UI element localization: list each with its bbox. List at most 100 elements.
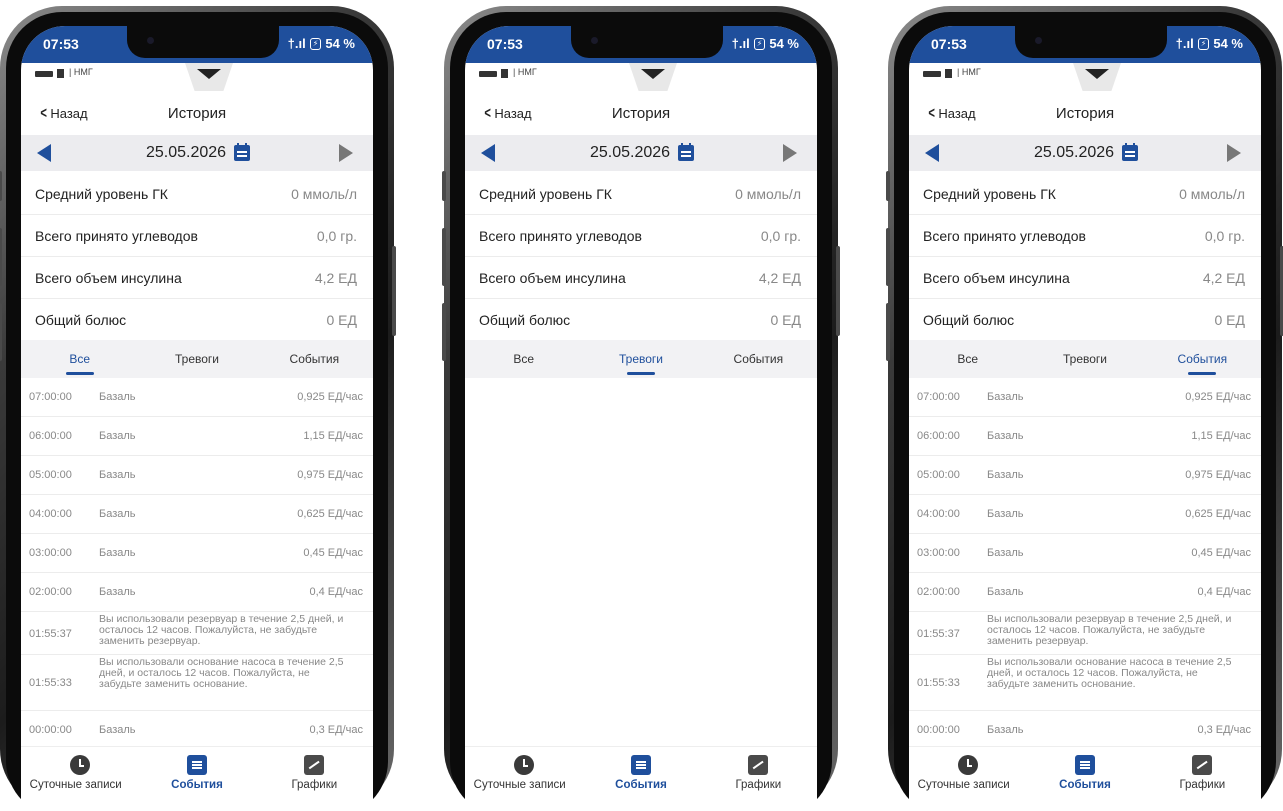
clock-icon <box>513 755 534 775</box>
tab-all[interactable]: Все <box>909 340 1026 378</box>
chart-icon <box>1192 755 1213 775</box>
signal-icon: †.ıl <box>731 36 750 51</box>
event-row[interactable]: 01:55:37 Вы использовали резервуар в тече… <box>21 612 373 655</box>
summary-label: Общий болюс <box>923 312 1015 328</box>
bottom-nav: Суточные записи События Графики <box>21 746 373 806</box>
event-time: 07:00:00 <box>29 391 72 403</box>
event-name: Базаль <box>987 547 1024 559</box>
volume-up-button <box>0 228 2 286</box>
nav-label: Суточные записи <box>473 779 566 791</box>
event-value: 0,975 ЕД/час <box>1185 469 1251 481</box>
summary-row: Всего объем инсулина 4,2 ЕД <box>909 257 1261 299</box>
summary-row: Всего принято углеводов 0,0 гр. <box>465 215 817 257</box>
date-value[interactable]: 25.05.2026 <box>21 144 373 162</box>
nav-label: Графики <box>291 779 338 791</box>
event-row[interactable]: 02:00:00 Базаль 0,4 ЕД/час <box>21 573 373 612</box>
event-row[interactable]: 00:00:00 Базаль 0,3 ЕД/час <box>21 711 373 750</box>
event-row[interactable]: 01:55:37 Вы использовали резервуар в тече… <box>909 612 1261 655</box>
date-value[interactable]: 25.05.2026 <box>465 144 817 162</box>
date-selector: 25.05.2026 <box>909 135 1261 171</box>
battery-icon: ⚡ <box>309 37 322 50</box>
event-row[interactable]: 04:00:00 Базаль 0,625 ЕД/час <box>909 495 1261 534</box>
phone-1: 07:53 †.ıl ⚡ 54 % | НМГ <Назад История <box>0 6 396 811</box>
summary-value: 0 ЕД <box>770 312 802 328</box>
calendar-icon[interactable] <box>1122 143 1138 161</box>
events-list-icon <box>186 755 207 775</box>
event-row[interactable]: 00:00:00 Базаль 0,3 ЕД/час <box>909 711 1261 750</box>
summary-label: Всего принято углеводов <box>35 228 198 244</box>
summary-value: 0,0 гр. <box>760 228 801 244</box>
event-row[interactable]: 05:00:00 Базаль 0,975 ЕД/час <box>909 456 1261 495</box>
tab-all[interactable]: Все <box>465 340 582 378</box>
summary-label: Всего объем инсулина <box>479 270 626 286</box>
tab-events[interactable]: События <box>256 340 373 378</box>
tab-alarms[interactable]: Тревоги <box>582 340 699 378</box>
tab-events[interactable]: События <box>1144 340 1261 378</box>
nav-charts[interactable]: Графики <box>256 747 373 806</box>
summary-list: Средний уровень ГК 0 ммоль/л Всего принято… <box>909 173 1261 341</box>
event-value: 0,45 ЕД/час <box>1191 547 1251 559</box>
nav-bar: < Назад История <box>465 98 817 128</box>
summary-value: 0 ЕД <box>1214 312 1246 328</box>
event-row[interactable]: 01:55:33 Вы использовали основание насоса… <box>21 655 373 711</box>
calendar-icon[interactable] <box>678 143 694 161</box>
battery-icon: ⚡ <box>753 37 766 50</box>
battery-icon: ⚡ <box>1197 37 1210 50</box>
event-name: Базаль <box>987 586 1024 598</box>
camera-notch <box>1015 26 1167 58</box>
summary-row: Всего объем инсулина 4,2 ЕД <box>21 257 373 299</box>
nav-daily-records[interactable]: Суточные записи <box>21 747 138 806</box>
event-time: 06:00:00 <box>29 430 72 442</box>
nav-label: События <box>171 779 223 791</box>
summary-label: Всего принято углеводов <box>923 228 1086 244</box>
summary-row: Всего принято углеводов 0,0 гр. <box>21 215 373 257</box>
event-message: Вы использовали резервуар в течение 2,5 … <box>99 613 344 647</box>
event-row[interactable]: 06:00:00 Базаль 1,15 ЕД/час <box>21 417 373 456</box>
nav-events[interactable]: События <box>138 747 255 806</box>
nav-events[interactable]: События <box>1026 747 1143 806</box>
nav-daily-records[interactable]: Суточные записи <box>465 747 582 806</box>
events-list-icon <box>1074 755 1095 775</box>
event-value: 0,3 ЕД/час <box>309 724 363 736</box>
nav-daily-records[interactable]: Суточные записи <box>909 747 1026 806</box>
tab-events[interactable]: События <box>700 340 817 378</box>
next-date-button[interactable] <box>339 144 353 162</box>
next-date-button[interactable] <box>1227 144 1241 162</box>
tab-all[interactable]: Все <box>21 340 138 378</box>
event-row[interactable]: 03:00:00 Базаль 0,45 ЕД/час <box>21 534 373 573</box>
event-row[interactable]: 07:00:00 Базаль 0,925 ЕД/час <box>21 378 373 417</box>
phone-2: 07:53 †.ıl ⚡ 54 % | НМГ <Назад История <box>442 6 840 811</box>
summary-value: 4,2 ЕД <box>758 270 801 286</box>
date-value[interactable]: 25.05.2026 <box>909 144 1261 162</box>
event-row[interactable]: 01:55:33 Вы использовали основание насоса… <box>909 655 1261 711</box>
event-name: Базаль <box>99 508 136 520</box>
status-time: 07:53 <box>43 36 79 52</box>
nav-events[interactable]: События <box>582 747 699 806</box>
event-time: 00:00:00 <box>29 724 72 736</box>
camera-notch <box>571 26 723 58</box>
summary-value: 0 ммоль/л <box>1179 186 1245 202</box>
event-name: Базаль <box>99 586 136 598</box>
summary-list: Средний уровень ГК 0 ммоль/л Всего принято… <box>465 173 817 341</box>
event-row[interactable]: 04:00:00 Базаль 0,625 ЕД/час <box>21 495 373 534</box>
tab-alarms[interactable]: Тревоги <box>1026 340 1143 378</box>
event-row[interactable]: 03:00:00 Базаль 0,45 ЕД/час <box>909 534 1261 573</box>
calendar-icon[interactable] <box>234 143 250 161</box>
event-name: Базаль <box>987 391 1024 403</box>
summary-label: Всего объем инсулина <box>923 270 1070 286</box>
event-row[interactable]: 05:00:00 Базаль 0,975 ЕД/час <box>21 456 373 495</box>
event-value: 0,4 ЕД/час <box>1197 586 1251 598</box>
next-date-button[interactable] <box>783 144 797 162</box>
tab-alarms[interactable]: Тревоги <box>138 340 255 378</box>
volume-down-button <box>442 303 446 361</box>
device-label: | НМГ <box>957 67 981 77</box>
event-name: Базаль <box>987 724 1024 736</box>
event-value: 1,15 ЕД/час <box>1191 430 1251 442</box>
nav-charts[interactable]: Графики <box>700 747 817 806</box>
event-row[interactable]: 02:00:00 Базаль 0,4 ЕД/час <box>909 573 1261 612</box>
summary-label: Всего принято углеводов <box>479 228 642 244</box>
summary-label: Всего объем инсулина <box>35 270 182 286</box>
event-row[interactable]: 07:00:00 Базаль 0,925 ЕД/час <box>909 378 1261 417</box>
nav-charts[interactable]: Графики <box>1144 747 1261 806</box>
event-row[interactable]: 06:00:00 Базаль 1,15 ЕД/час <box>909 417 1261 456</box>
